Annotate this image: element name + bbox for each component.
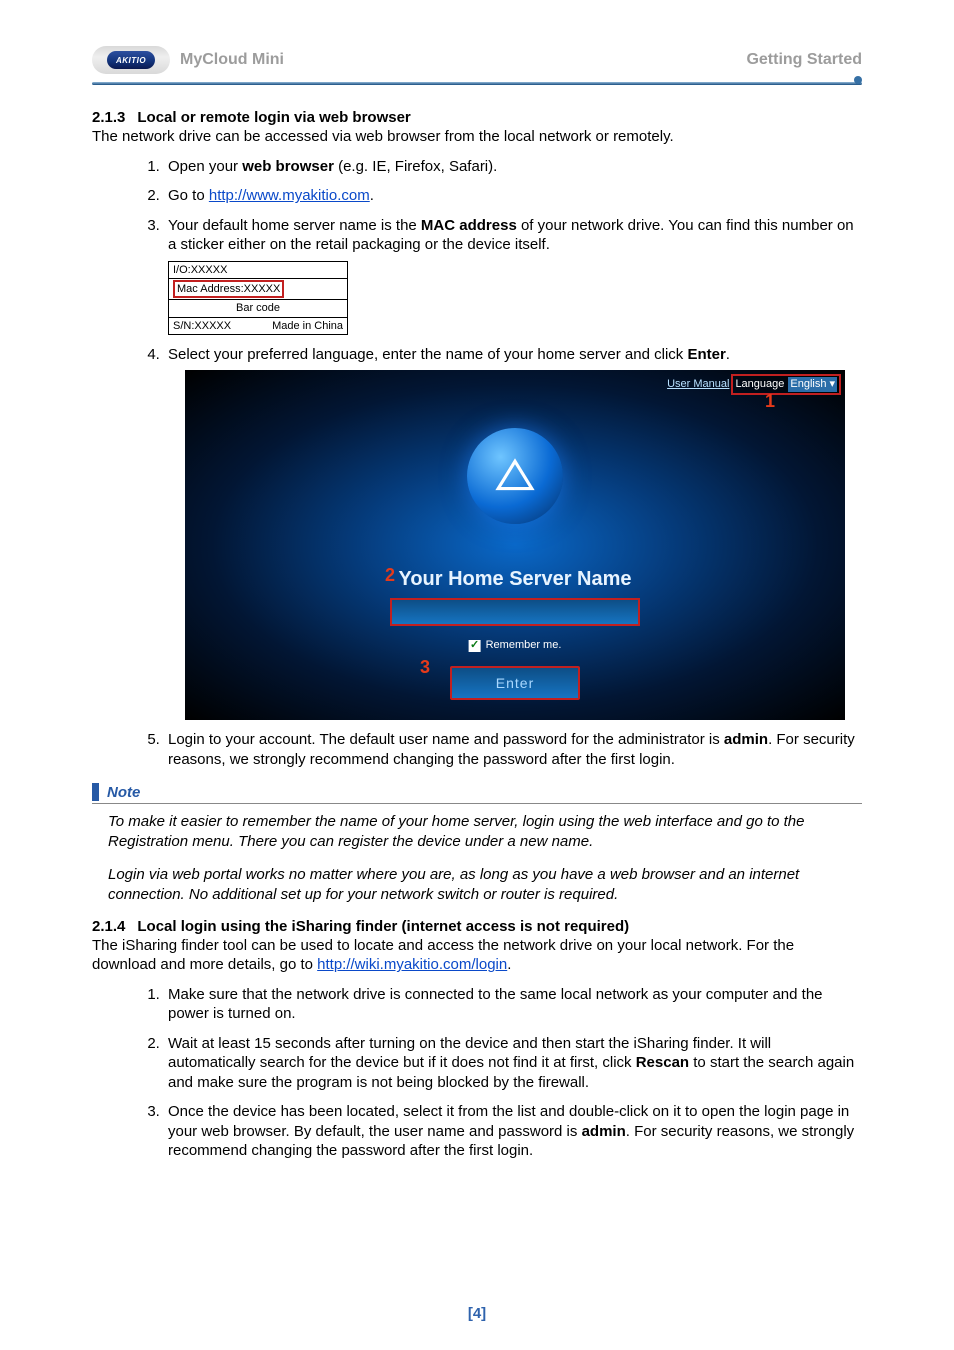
sticker-barcode-row: Bar code (169, 300, 347, 317)
sticker-mac: Mac Address:XXXXX (173, 280, 284, 298)
brand-logo: AKITIO (92, 46, 170, 74)
chevron-down-icon: ▾ (829, 377, 835, 391)
step-5-bold: admin (724, 731, 768, 748)
sticker-barcode: Bar code (236, 301, 280, 315)
language-selector-box: Language English ▾ (731, 374, 841, 394)
server-name-label: Your Home Server Name (398, 566, 631, 592)
section-213-steps: Open your web browser (e.g. IE, Firefox,… (92, 157, 862, 770)
language-value: English (790, 377, 826, 391)
product-name: MyCloud Mini (180, 51, 284, 69)
sticker-origin: Made in China (272, 319, 343, 333)
server-name-input[interactable] (390, 598, 640, 626)
step-5-text-a: Login to your account. The default user … (168, 731, 724, 748)
note-label: Note (107, 784, 140, 801)
portal-topbar: User Manual Language English ▾ (667, 374, 841, 394)
portal-logo-icon (467, 428, 563, 524)
step-4-text-c: . (726, 346, 730, 363)
section-214-intro-b: . (507, 956, 511, 973)
page-header: AKITIO MyCloud Mini Getting Started (92, 40, 862, 80)
sticker-sn-row: S/N:XXXXX Made in China (169, 318, 347, 334)
header-left: AKITIO MyCloud Mini (92, 46, 284, 74)
language-select[interactable]: English ▾ (788, 377, 837, 391)
section-214-intro: The iSharing finder tool can be used to … (92, 937, 862, 975)
remember-checkbox[interactable]: ✓ (469, 640, 481, 652)
marker-3: 3 (420, 656, 430, 679)
section-213-intro: The network drive can be accessed via we… (92, 128, 862, 147)
portal-screenshot: User Manual Language English ▾ 1 (185, 370, 845, 720)
step214-2: Wait at least 15 seconds after turning o… (164, 1034, 862, 1093)
step-4-text-a: Select your preferred language, enter th… (168, 346, 687, 363)
remember-label: Remember me. (486, 638, 562, 652)
section-name: Getting Started (746, 51, 862, 69)
myakitio-link[interactable]: http://www.myakitio.com (209, 187, 370, 204)
step-1-text-c: (e.g. IE, Firefox, Safari). (334, 158, 497, 175)
section-213-heading: 2.1.3 Local or remote login via web brows… (92, 109, 862, 126)
language-label: Language (735, 377, 784, 391)
marker-1: 1 (765, 390, 775, 413)
section-214-title: Local login using the iSharing finder (i… (137, 918, 629, 935)
step-4-bold: Enter (687, 346, 725, 363)
section-214-heading: 2.1.4 Local login using the iSharing find… (92, 918, 862, 935)
note-body: To make it easier to remember the name o… (92, 804, 862, 904)
wiki-login-link[interactable]: http://wiki.myakitio.com/login (317, 956, 507, 973)
note-accent-bar (92, 783, 99, 801)
sticker-io-row: I/O:XXXXX (169, 262, 347, 279)
step-2-text-b: . (370, 187, 374, 204)
step214-1: Make sure that the network drive is conn… (164, 985, 862, 1024)
note-title-row: Note (92, 783, 862, 801)
sticker-mac-row: Mac Address:XXXXX (169, 279, 347, 300)
header-divider (92, 82, 862, 85)
note-p1: To make it easier to remember the name o… (108, 812, 858, 851)
marker-2: 2 (385, 564, 395, 587)
note-p2: Login via web portal works no matter whe… (108, 865, 858, 904)
sticker-io: I/O:XXXXX (173, 263, 227, 277)
user-manual-link[interactable]: User Manual (667, 377, 729, 391)
step-4: Select your preferred language, enter th… (164, 345, 862, 721)
enter-button[interactable]: Enter (450, 666, 580, 700)
section-214-steps: Make sure that the network drive is conn… (92, 985, 862, 1161)
step-1: Open your web browser (e.g. IE, Firefox,… (164, 157, 862, 177)
step-3: Your default home server name is the MAC… (164, 216, 862, 335)
brand-logo-text: AKITIO (107, 51, 155, 69)
step-3-text-a: Your default home server name is the (168, 217, 421, 234)
section-213-title: Local or remote login via web browser (137, 109, 410, 126)
triangle-icon (494, 455, 536, 497)
step-2: Go to http://www.myakitio.com. (164, 186, 862, 206)
section-213-number: 2.1.3 (92, 109, 125, 126)
step214-2-bold: Rescan (636, 1054, 689, 1071)
step-5: Login to your account. The default user … (164, 730, 862, 769)
step-2-text-a: Go to (168, 187, 209, 204)
step-1-bold: web browser (242, 158, 334, 175)
page-number: [4] (0, 1305, 954, 1322)
step214-3-bold: admin (582, 1123, 626, 1140)
remember-me[interactable]: ✓ Remember me. (469, 638, 562, 652)
note-box: Note To make it easier to remember the n… (92, 783, 862, 904)
page-content: 2.1.3Local or remote login via web brows… (92, 85, 862, 1161)
step-3-bold: MAC address (421, 217, 517, 234)
step214-3: Once the device has been located, select… (164, 1102, 862, 1161)
mac-sticker: I/O:XXXXX Mac Address:XXXXX Bar code S/N… (168, 261, 348, 335)
section-214-number: 2.1.4 (92, 918, 125, 935)
step-1-text-a: Open your (168, 158, 242, 175)
sticker-sn: S/N:XXXXX (173, 319, 231, 333)
